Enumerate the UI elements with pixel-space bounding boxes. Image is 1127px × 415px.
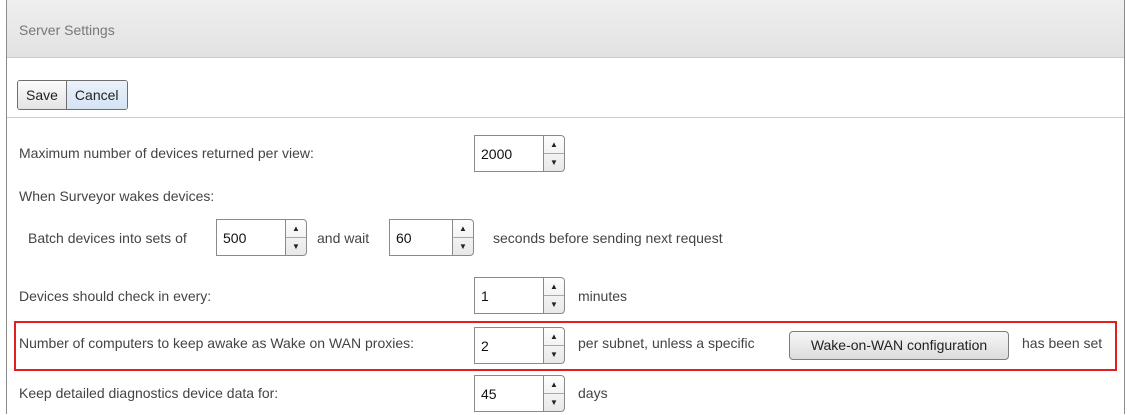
increment-icon[interactable]: ▲ xyxy=(544,136,564,154)
decrement-icon[interactable]: ▼ xyxy=(544,296,564,313)
wan-proxies-input[interactable] xyxy=(474,327,543,364)
increment-icon[interactable]: ▲ xyxy=(544,376,564,394)
decrement-icon[interactable]: ▼ xyxy=(544,154,564,171)
max-devices-row: Maximum number of devices returned per v… xyxy=(7,135,1124,175)
panel-header: Server Settings xyxy=(7,0,1124,58)
toolbar: Save Cancel xyxy=(7,58,1124,118)
wan-suffix-label: per subnet, unless a specific xyxy=(578,335,755,351)
increment-icon[interactable]: ▲ xyxy=(544,328,564,346)
wait-suffix-label: seconds before sending next request xyxy=(493,230,723,246)
wan-proxies-spinner: ▲ ▼ xyxy=(543,327,565,364)
max-devices-spinner: ▲ ▼ xyxy=(543,135,565,172)
decrement-icon[interactable]: ▼ xyxy=(286,238,306,255)
wan-proxies-stepper: ▲ ▼ xyxy=(474,327,565,364)
diagnostics-row: Keep detailed diagnostics device data fo… xyxy=(7,375,1124,415)
settings-panel: Server Settings Save Cancel Maximum numb… xyxy=(6,0,1125,414)
checkin-input[interactable] xyxy=(474,277,543,314)
increment-icon[interactable]: ▲ xyxy=(453,220,473,238)
max-devices-input[interactable] xyxy=(474,135,543,172)
wake-heading-label: When Surveyor wakes devices: xyxy=(19,188,215,204)
decrement-icon[interactable]: ▼ xyxy=(453,238,473,255)
wake-on-wan-configuration-button[interactable]: Wake-on-WAN configuration xyxy=(789,331,1009,360)
increment-icon[interactable]: ▲ xyxy=(544,278,564,296)
checkin-row: Devices should check in every: ▲ ▼ minut… xyxy=(7,277,1124,317)
button-group: Save Cancel xyxy=(17,80,128,110)
max-devices-stepper: ▲ ▼ xyxy=(474,135,565,172)
wan-proxies-label: Number of computers to keep awake as Wak… xyxy=(19,335,415,351)
wait-seconds-stepper: ▲ ▼ xyxy=(389,219,474,256)
save-button[interactable]: Save xyxy=(18,81,66,109)
decrement-icon[interactable]: ▼ xyxy=(544,346,564,363)
diagnostics-label: Keep detailed diagnostics device data fo… xyxy=(19,385,279,401)
wait-label: and wait xyxy=(317,230,370,246)
wait-seconds-input[interactable] xyxy=(389,219,452,256)
decrement-icon[interactable]: ▼ xyxy=(544,394,564,411)
wait-seconds-spinner: ▲ ▼ xyxy=(452,219,474,256)
diagnostics-input[interactable] xyxy=(474,375,543,412)
checkin-spinner: ▲ ▼ xyxy=(543,277,565,314)
wan-after-label: has been set xyxy=(1022,335,1103,351)
max-devices-label: Maximum number of devices returned per v… xyxy=(19,145,314,161)
batch-size-spinner: ▲ ▼ xyxy=(285,219,307,256)
batch-size-input[interactable] xyxy=(216,219,285,256)
checkin-label: Devices should check in every: xyxy=(19,288,212,304)
batch-prefix-label: Batch devices into sets of xyxy=(28,230,187,246)
diagnostics-suffix-label: days xyxy=(578,385,608,401)
batch-row: Batch devices into sets of ▲ ▼ and wait … xyxy=(7,219,1124,259)
checkin-stepper: ▲ ▼ xyxy=(474,277,565,314)
diagnostics-spinner: ▲ ▼ xyxy=(543,375,565,412)
checkin-suffix-label: minutes xyxy=(578,288,628,304)
cancel-button[interactable]: Cancel xyxy=(65,81,127,109)
page-title: Server Settings xyxy=(19,22,115,38)
diagnostics-stepper: ▲ ▼ xyxy=(474,375,565,412)
batch-size-stepper: ▲ ▼ xyxy=(216,219,307,256)
increment-icon[interactable]: ▲ xyxy=(286,220,306,238)
wake-heading-row: When Surveyor wakes devices: xyxy=(7,180,1124,220)
